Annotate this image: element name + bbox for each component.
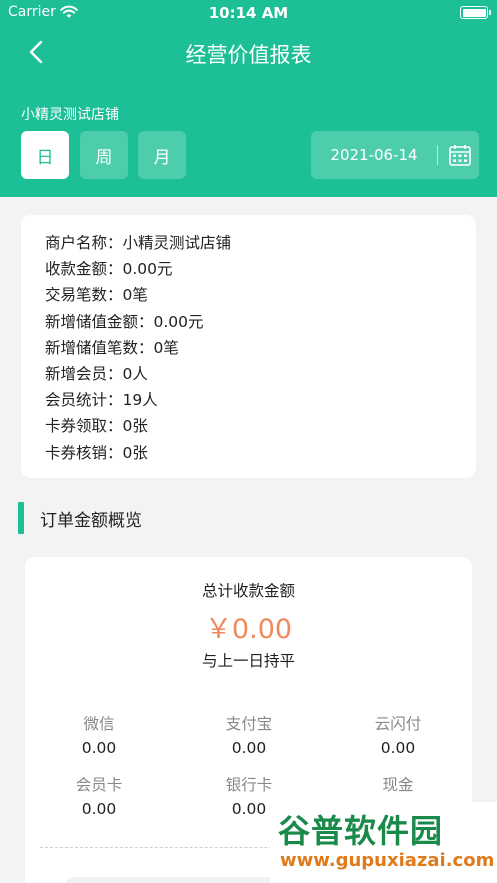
watermark-title: 谷普软件园 — [278, 812, 444, 850]
payment-name: 支付宝 — [225, 715, 273, 733]
payment-value: 0.00 — [380, 739, 416, 757]
section-accent-bar — [18, 502, 24, 534]
date-divider — [437, 145, 438, 165]
payment-name: 现金 — [382, 776, 414, 794]
payment-member-card: 会员卡 0.00 — [39, 773, 159, 821]
section-header: 订单金额概览 — [18, 502, 142, 534]
payment-value: 0.00 — [231, 739, 267, 757]
info-merchant-name: 商户名称：小精灵测试店铺 — [45, 234, 232, 252]
info-member-total: 会员统计：19人 — [45, 391, 158, 410]
payment-wechat: 微信 0.00 — [39, 712, 159, 760]
payment-name: 微信 — [83, 715, 115, 733]
period-day-button[interactable]: 日 — [21, 131, 69, 179]
status-time: 10:14 AM — [208, 4, 289, 22]
watermark-url: www.gupuxiazai.com — [280, 850, 495, 871]
date-picker[interactable]: 2021-06-14 — [311, 131, 479, 179]
payment-name: 会员卡 — [75, 776, 123, 794]
payment-value: 0.00 — [81, 800, 117, 818]
store-name: 小精灵测试店铺 — [21, 107, 119, 123]
payment-alipay: 支付宝 0.00 — [189, 712, 309, 760]
info-coupons-claimed: 卡券领取：0张 — [45, 417, 148, 436]
info-collection-amount: 收款金额：0.00元 — [45, 260, 173, 279]
info-coupons-redeemed: 卡券核销：0张 — [45, 443, 148, 462]
payment-name: 银行卡 — [225, 776, 273, 794]
info-new-stored-value-amount: 新增储值金额：0.00元 — [45, 312, 204, 331]
info-new-stored-value-count: 新增储值笔数：0笔 — [45, 338, 179, 357]
page-title: 经营价值报表 — [185, 43, 312, 67]
period-month-button[interactable]: 月 — [138, 131, 186, 179]
info-new-members: 新增会员：0人 — [45, 364, 148, 383]
calendar-icon[interactable] — [448, 143, 472, 167]
battery-icon — [460, 6, 491, 19]
section-title: 订单金额概览 — [40, 510, 142, 531]
total-amount-value: ￥0.00 — [204, 614, 293, 645]
nav-bar: 经营价值报表 — [0, 30, 497, 74]
period-week-button[interactable]: 周 — [80, 131, 128, 179]
info-transaction-count: 交易笔数：0笔 — [45, 286, 148, 305]
total-amount-label: 总计收款金额 — [201, 582, 295, 600]
payment-name: 云闪付 — [374, 715, 422, 733]
watermark-logo: 谷普软件园 www.gupuxiazai.com — [270, 802, 497, 883]
header: Carrier 10:14 AM 经营价值报表 小精灵测试店铺 日 周 月 20… — [0, 0, 497, 197]
payment-unionpay: 云闪付 0.00 — [338, 712, 458, 760]
comparison-text: 与上一日持平 — [201, 652, 295, 670]
date-value: 2021-06-14 — [330, 146, 418, 164]
status-bar: Carrier 10:14 AM — [0, 0, 497, 26]
store-info-card: 商户名称：小精灵测试店铺 收款金额：0.00元 交易笔数：0笔 新增储值金额：0… — [21, 215, 476, 478]
payment-value: 0.00 — [81, 739, 117, 757]
